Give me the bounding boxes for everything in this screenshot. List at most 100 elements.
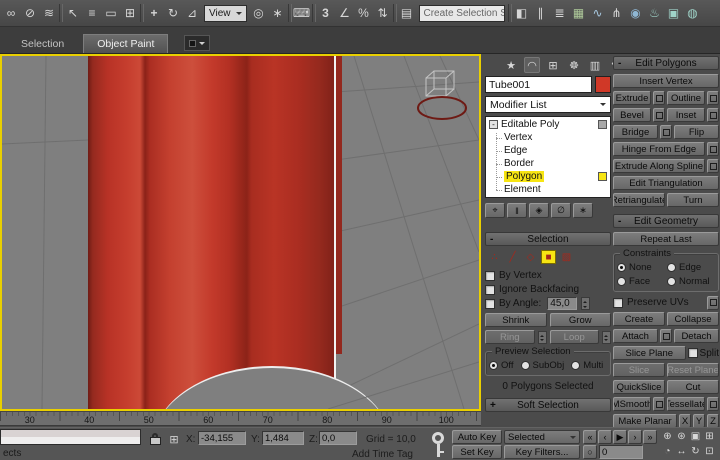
inset-settings-button[interactable] (707, 108, 719, 122)
edit-triangulation-button[interactable]: Edit Triangulation (613, 176, 719, 190)
attach-settings-button[interactable] (660, 329, 672, 343)
zoom-all-icon[interactable]: ⊛ (675, 429, 688, 443)
ribbon-tab-selection[interactable]: Selection (8, 34, 77, 53)
render-setup-icon[interactable]: ♨ (646, 4, 664, 23)
graphite-modeling-toggle-icon[interactable]: ▦ (570, 4, 588, 23)
bridge-button[interactable]: Bridge (613, 125, 658, 139)
show-end-result-button[interactable]: ‖ (507, 203, 527, 218)
bevel-settings-button[interactable] (653, 108, 665, 122)
object-color-swatch[interactable] (595, 76, 611, 93)
collapse-icon[interactable]: - (489, 120, 498, 129)
z-coordinate-field[interactable]: 0,0 (319, 431, 357, 445)
slice-plane-button[interactable]: Slice Plane (613, 346, 686, 360)
auto-key-button[interactable]: Auto Key (452, 430, 502, 444)
select-by-name-icon[interactable]: ≡ (83, 4, 101, 23)
constraint-normal-radio[interactable]: Normal (667, 276, 715, 287)
layer-manager-icon[interactable]: ≣ (551, 4, 569, 23)
set-key-button[interactable]: Set Key (452, 445, 502, 459)
zoom-extents-icon[interactable]: ▣ (689, 429, 702, 443)
key-selection-set-combo[interactable]: Selected (504, 430, 580, 444)
selection-lock-icon[interactable] (150, 437, 161, 445)
constraint-face-radio[interactable]: Face (617, 276, 665, 287)
schematic-view-icon[interactable]: ⋔ (608, 4, 626, 23)
y-coordinate-field[interactable]: 1,484 (262, 431, 304, 445)
pan-icon[interactable]: ↔ (675, 444, 688, 458)
preview-multi-radio[interactable]: Multi (571, 360, 603, 371)
shrink-button[interactable]: Shrink (485, 313, 547, 327)
display-panel-tab-icon[interactable]: ▥ (587, 57, 603, 73)
grow-button[interactable]: Grow (550, 313, 612, 327)
stack-row-element[interactable]: Element (486, 183, 610, 196)
window-crossing-icon[interactable]: ⊞ (121, 4, 139, 23)
edit-named-selection-sets-icon[interactable]: ▤ (398, 4, 416, 23)
remove-modifier-button[interactable]: ∅ (551, 203, 571, 218)
hierarchy-panel-tab-icon[interactable]: ⊞ (545, 57, 561, 73)
by-angle-checkbox[interactable] (485, 299, 495, 309)
select-and-manipulate-icon[interactable]: ∗ (269, 4, 287, 23)
percent-snap-icon[interactable]: % (355, 4, 373, 23)
flip-button[interactable]: Flip (674, 125, 719, 139)
make-planar-z-button[interactable]: Z (707, 414, 719, 428)
collapse-button[interactable]: Collapse (667, 312, 719, 326)
create-panel-tab-icon[interactable]: ★ (503, 57, 519, 73)
select-and-scale-icon[interactable]: ⊿ (183, 4, 201, 23)
motion-panel-tab-icon[interactable]: ☸ (566, 57, 582, 73)
hinge-settings-button[interactable] (707, 142, 719, 156)
retriangulate-button[interactable]: Retriangulate (613, 193, 665, 207)
border-subobject-icon[interactable]: ◇ (523, 250, 538, 264)
by-vertex-checkbox[interactable]: By Vertex (485, 269, 611, 282)
viewport-perspective[interactable] (0, 54, 481, 411)
edit-geometry-rollout-header[interactable]: - Edit Geometry (613, 214, 719, 228)
select-and-move-icon[interactable]: + (145, 4, 163, 23)
by-angle-spinner[interactable] (581, 297, 590, 310)
field-of-view-icon[interactable]: ◔ (661, 444, 674, 458)
stack-row-editable-poly[interactable]: - Editable Poly (486, 118, 610, 131)
reference-coordinate-combo[interactable]: View (204, 5, 247, 22)
quick-render-icon[interactable]: ◍ (684, 4, 702, 23)
spinner-down-icon[interactable] (582, 304, 589, 310)
ribbon-config-button[interactable] (184, 35, 210, 51)
spinner-down-icon[interactable] (539, 337, 546, 343)
ignore-backfacing-checkbox[interactable]: Ignore Backfacing (485, 283, 611, 296)
stack-row-edge[interactable]: Edge (486, 144, 610, 157)
named-selection-set-combo[interactable]: Create Selection Se (419, 5, 505, 22)
rectangular-selection-region-icon[interactable]: ▭ (102, 4, 120, 23)
stack-onoff-icon[interactable] (598, 120, 607, 129)
play-button[interactable]: ▶ (613, 430, 627, 444)
track-bar[interactable]: 30405060708090100 (0, 411, 481, 426)
curve-editor-icon[interactable]: ∿ (589, 4, 607, 23)
preserve-uvs-settings-button[interactable] (707, 296, 719, 310)
hinge-from-edge-button[interactable]: Hinge From Edge (613, 142, 705, 156)
reset-plane-button[interactable]: Reset Plane (667, 363, 719, 377)
configure-modifier-sets-button[interactable]: ∗ (573, 203, 593, 218)
loop-spinner[interactable] (602, 331, 611, 344)
modify-panel-tab-icon[interactable]: ◠ (524, 57, 540, 73)
extrude-settings-button[interactable] (653, 91, 665, 105)
ring-button[interactable]: Ring (485, 330, 535, 344)
zoom-extents-all-icon[interactable]: ⊞ (703, 429, 716, 443)
stack-row-polygon[interactable]: Polygon (486, 170, 610, 183)
bind-to-spacewarp-icon[interactable]: ≋ (40, 4, 58, 23)
ring-spinner[interactable] (538, 331, 547, 344)
set-key-mode-icon[interactable] (430, 432, 448, 458)
ribbon-tab-object-paint[interactable]: Object Paint (83, 34, 168, 53)
make-planar-button[interactable]: Make Planar (613, 414, 677, 428)
extrude-along-spline-button[interactable]: Extrude Along Spline (613, 159, 705, 173)
use-pivot-center-icon[interactable]: ◎ (250, 4, 268, 23)
constraint-none-radio[interactable]: None (617, 262, 665, 273)
turn-button[interactable]: Turn (667, 193, 719, 207)
previous-frame-button[interactable]: ‹ (598, 430, 612, 444)
key-mode-toggle-button[interactable]: ○ (583, 445, 597, 459)
select-and-rotate-icon[interactable]: ↻ (164, 4, 182, 23)
stack-row-vertex[interactable]: Vertex (486, 131, 610, 144)
insert-vertex-button[interactable]: Insert Vertex (613, 74, 719, 88)
angle-snap-icon[interactable]: ∠ (336, 4, 354, 23)
msmooth-settings-button[interactable] (653, 397, 665, 411)
next-frame-button[interactable]: › (628, 430, 642, 444)
loop-button[interactable]: Loop (550, 330, 600, 344)
orbit-icon[interactable]: ↻ (689, 444, 702, 458)
bridge-settings-button[interactable] (660, 125, 672, 139)
preview-off-radio[interactable]: Off (489, 360, 514, 371)
absolute-mode-icon[interactable]: ⊞ (167, 432, 181, 446)
polygon-subobject-icon[interactable]: ■ (541, 250, 556, 264)
